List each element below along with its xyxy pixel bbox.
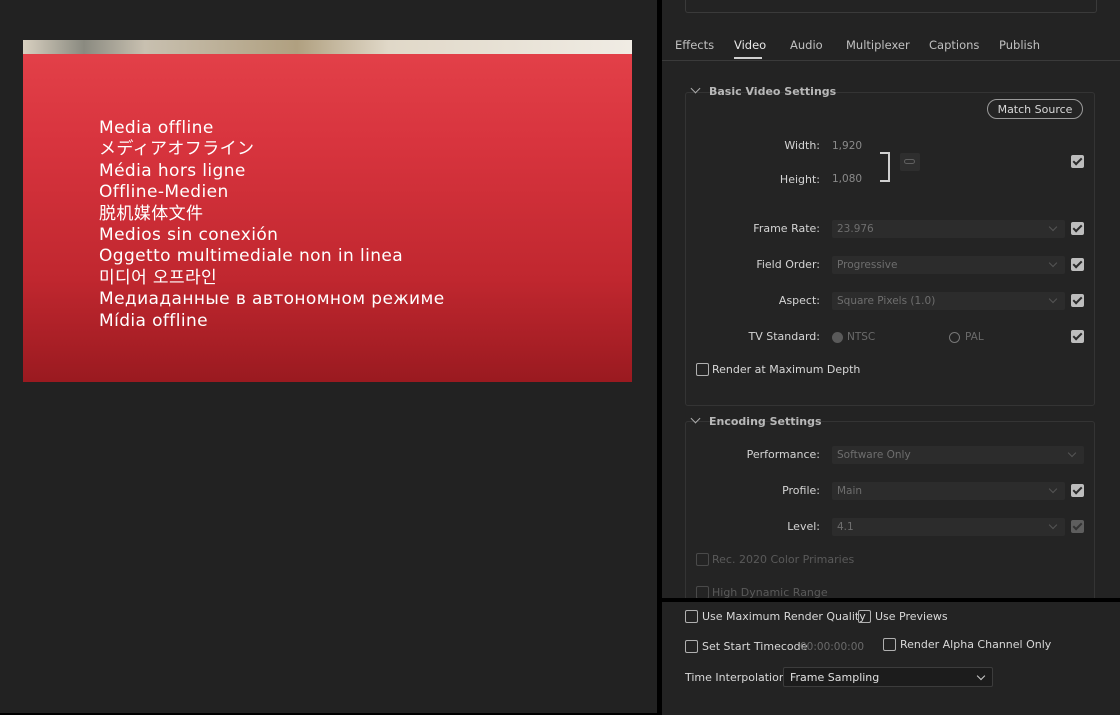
tab-publish[interactable]: Publish	[999, 38, 1040, 52]
tab-captions[interactable]: Captions	[929, 38, 979, 52]
performance-value: Software Only	[837, 449, 911, 461]
level-dropdown[interactable]: 4.1	[832, 518, 1065, 536]
media-offline-preview: Media offline メディアオフライン Média hors ligne…	[23, 40, 632, 382]
pal-label[interactable]: PAL	[965, 331, 984, 343]
dimensions-override-checkbox[interactable]	[1071, 155, 1084, 168]
chevron-down-icon	[1048, 258, 1058, 268]
chevron-down-icon	[976, 671, 986, 681]
rec2020-label[interactable]: Rec. 2020 Color Primaries	[712, 553, 854, 566]
frame-rate-dropdown[interactable]: 23.976	[832, 220, 1065, 238]
summary-panel-edge	[685, 0, 1097, 13]
tv-standard-label: TV Standard:	[748, 330, 821, 343]
offline-line: Mídia offline	[99, 310, 208, 331]
offline-line: Média hors ligne	[99, 160, 246, 181]
time-interpolation-label: Time Interpolation:	[685, 671, 790, 684]
start-timecode-label[interactable]: Set Start Timecode	[702, 640, 807, 653]
offline-line: Medios sin conexión	[99, 225, 279, 246]
offline-line: Медиаданные в автономном режиме	[99, 289, 445, 310]
export-settings-panel: Effects Video Audio Multiplexer Captions…	[662, 0, 1120, 598]
rec2020-checkbox[interactable]	[696, 553, 709, 566]
start-timecode-checkbox[interactable]	[685, 640, 698, 653]
field-order-label: Field Order:	[756, 258, 820, 271]
aspect-lock-bracket	[880, 152, 890, 182]
tab-audio[interactable]: Audio	[790, 38, 823, 52]
field-order-dropdown[interactable]: Progressive	[832, 256, 1065, 274]
offline-line: Media offline	[99, 118, 214, 138]
frame-rate-value: 23.976	[837, 223, 874, 235]
link-dimensions-button[interactable]	[900, 153, 920, 171]
profile-override-checkbox[interactable]	[1071, 484, 1084, 497]
offline-line: Oggetto multimediale non in linea	[99, 246, 404, 267]
timecode-field[interactable]: 00:00:00:00	[800, 641, 864, 653]
width-value[interactable]: 1,920	[832, 140, 862, 152]
level-override-checkbox[interactable]	[1071, 520, 1084, 533]
chevron-down-icon	[1048, 294, 1058, 304]
render-alpha-checkbox[interactable]	[883, 638, 896, 651]
height-value[interactable]: 1,080	[832, 173, 862, 185]
render-max-depth-label[interactable]: Render at Maximum Depth	[712, 363, 860, 376]
pal-radio[interactable]	[949, 332, 960, 343]
ntsc-radio[interactable]	[832, 332, 843, 343]
profile-value: Main	[837, 485, 863, 497]
match-source-button[interactable]: Match Source	[987, 99, 1083, 119]
link-icon	[904, 159, 915, 164]
time-interpolation-dropdown[interactable]: Frame Sampling	[783, 667, 993, 687]
tab-effects[interactable]: Effects	[675, 38, 714, 52]
field-order-override-checkbox[interactable]	[1071, 258, 1084, 271]
performance-label: Performance:	[746, 448, 820, 461]
active-tab-indicator	[734, 57, 762, 59]
height-label: Height:	[779, 173, 820, 186]
render-max-depth-checkbox[interactable]	[696, 363, 709, 376]
max-render-quality-checkbox[interactable]	[685, 610, 698, 623]
frame-rate-label: Frame Rate:	[753, 222, 820, 235]
aspect-label: Aspect:	[778, 294, 820, 307]
use-previews-checkbox[interactable]	[858, 610, 871, 623]
chevron-down-icon	[1067, 448, 1077, 458]
tab-video[interactable]: Video	[734, 38, 766, 52]
performance-dropdown[interactable]: Software Only	[832, 446, 1084, 464]
hdr-label[interactable]: High Dynamic Range	[712, 586, 828, 598]
media-offline-text: Media offline メディアオフライン Média hors ligne…	[99, 118, 445, 332]
section-title-encoding[interactable]: Encoding Settings	[709, 415, 822, 428]
hdr-checkbox[interactable]	[696, 586, 709, 598]
section-title-basic-video[interactable]: Basic Video Settings	[709, 85, 836, 98]
frame-rate-override-checkbox[interactable]	[1071, 222, 1084, 235]
time-interpolation-value: Frame Sampling	[790, 671, 880, 684]
level-label: Level:	[787, 520, 820, 533]
preview-image-strip	[23, 40, 632, 54]
preview-panel: Media offline メディアオフライン Média hors ligne…	[0, 0, 657, 713]
offline-line: Offline-Medien	[99, 182, 229, 203]
chevron-down-icon	[1048, 222, 1058, 232]
offline-line: 미디어 오프라인	[99, 267, 218, 288]
tv-standard-override-checkbox[interactable]	[1071, 330, 1084, 343]
tab-divider	[662, 60, 1120, 61]
width-label: Width:	[784, 139, 820, 152]
aspect-value: Square Pixels (1.0)	[837, 295, 936, 307]
aspect-dropdown[interactable]: Square Pixels (1.0)	[832, 292, 1065, 310]
render-options-panel: Use Maximum Render Quality Use Previews …	[662, 602, 1120, 715]
profile-label: Profile:	[782, 484, 820, 497]
field-order-value: Progressive	[837, 259, 898, 271]
ntsc-label[interactable]: NTSC	[847, 331, 875, 343]
render-alpha-label[interactable]: Render Alpha Channel Only	[900, 638, 1051, 651]
max-render-quality-label[interactable]: Use Maximum Render Quality	[702, 610, 866, 623]
chevron-down-icon	[1048, 484, 1058, 494]
aspect-override-checkbox[interactable]	[1071, 294, 1084, 307]
basic-video-settings-section	[685, 92, 1095, 406]
offline-line: 脱机媒体文件	[99, 203, 204, 224]
tab-multiplexer[interactable]: Multiplexer	[846, 38, 910, 52]
offline-line: メディアオフライン	[99, 139, 255, 160]
chevron-down-icon	[1048, 520, 1058, 530]
profile-dropdown[interactable]: Main	[832, 482, 1065, 500]
level-value: 4.1	[837, 521, 854, 533]
use-previews-label[interactable]: Use Previews	[875, 610, 948, 623]
